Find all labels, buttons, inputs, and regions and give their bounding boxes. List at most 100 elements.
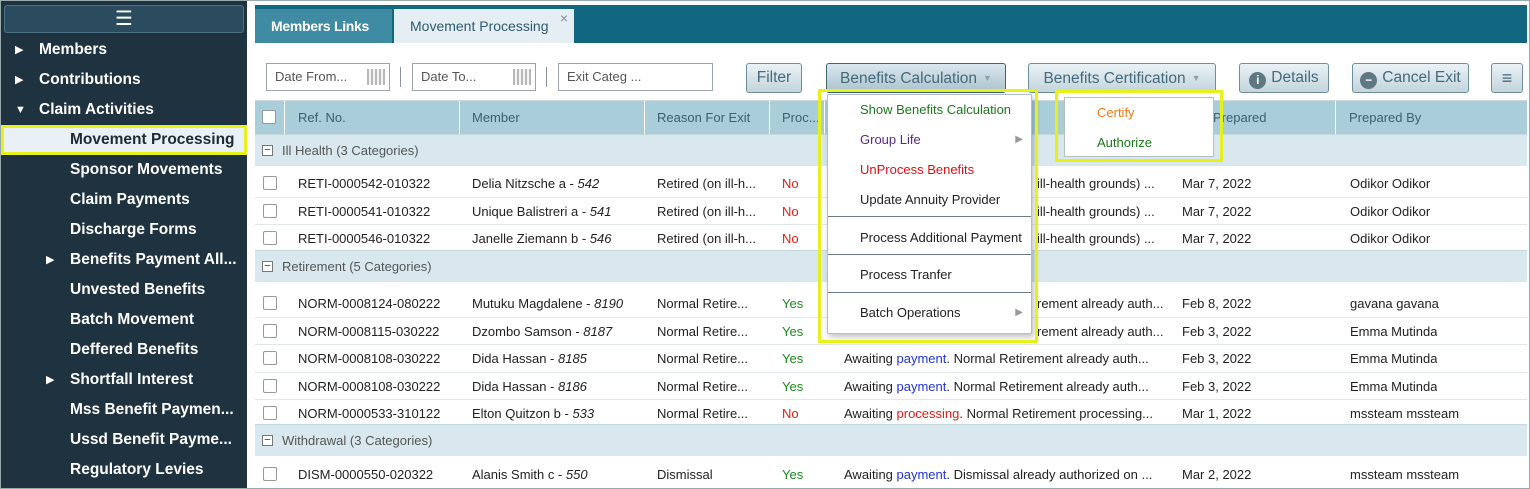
prepared-by-cell: Emma Mutinda bbox=[1350, 378, 1438, 394]
menu-separator bbox=[828, 254, 1031, 255]
row-checkbox[interactable] bbox=[263, 351, 277, 365]
prepared-by-cell: mssteam mssteam bbox=[1350, 406, 1460, 421]
status-keyword: payment bbox=[896, 351, 947, 366]
group-label: Retirement (5 Categories) bbox=[282, 259, 432, 274]
collapse-icon[interactable]: − bbox=[262, 435, 273, 446]
status-cell: Awaiting payment. Normal Retirement alre… bbox=[844, 345, 1164, 372]
header-prepared-by[interactable]: Prepared By bbox=[1336, 101, 1527, 134]
date-from-input[interactable]: Date From... bbox=[266, 63, 390, 91]
menu-item-group-life[interactable]: Group Life ▶ bbox=[828, 126, 1031, 154]
sidebar-item-deffered-benefits[interactable]: Deffered Benefits bbox=[1, 335, 247, 365]
sidebar-item-label: Movement Processing bbox=[70, 131, 235, 148]
calendar-icon[interactable] bbox=[513, 69, 531, 85]
sidebar-item-label: Discharge Forms bbox=[70, 221, 197, 238]
sidebar-item-discharge-forms[interactable]: Discharge Forms bbox=[1, 215, 247, 245]
exit-category-input[interactable]: Exit Categ ... bbox=[558, 63, 713, 91]
menu-item-label: Show Benefits Calculation bbox=[860, 102, 1012, 117]
header-ref-no[interactable]: Ref. No. bbox=[285, 101, 460, 134]
date-from-placeholder: Date From... bbox=[275, 69, 348, 84]
collapse-icon[interactable]: − bbox=[262, 145, 273, 156]
row-checkbox[interactable] bbox=[263, 323, 277, 338]
filter-button[interactable]: Filter bbox=[746, 63, 802, 93]
sidebar-item-label: Claim Activities bbox=[39, 101, 154, 118]
status-keyword: payment bbox=[896, 467, 947, 482]
close-icon[interactable]: × bbox=[560, 1, 568, 35]
date-to-input[interactable]: Date To... bbox=[412, 63, 536, 91]
cancel-exit-button[interactable]: − Cancel Exit bbox=[1352, 63, 1469, 93]
sidebar-item-movement-processing[interactable]: Movement Processing bbox=[1, 125, 247, 155]
row-checkbox[interactable] bbox=[263, 203, 277, 218]
sidebar-item-unvested-benefits[interactable]: Unvested Benefits bbox=[1, 275, 247, 305]
menu-item-authorize[interactable]: Authorize bbox=[1065, 129, 1213, 157]
row-checkbox[interactable] bbox=[263, 296, 277, 310]
prepared-by-cell: Emma Mutinda bbox=[1350, 351, 1438, 366]
reason-cell: Dismissal bbox=[657, 467, 713, 482]
menu-item-unprocess-benefits[interactable]: UnProcess Benefits bbox=[828, 156, 1031, 184]
cancel-exit-label: Cancel Exit bbox=[1382, 69, 1461, 86]
benefits-certification-menu: Certify Authorize bbox=[1064, 97, 1214, 157]
row-checkbox[interactable] bbox=[263, 176, 277, 190]
sidebar-item-contributions[interactable]: ▶ Contributions bbox=[1, 65, 247, 95]
sidebar-item-benefits-payment-all[interactable]: ▶ Benefits Payment All... bbox=[1, 245, 247, 275]
row-checkbox[interactable] bbox=[263, 378, 277, 393]
details-button[interactable]: i Details bbox=[1239, 63, 1329, 93]
chevron-right-icon: ▶ bbox=[1015, 307, 1023, 318]
sidebar-item-label: Deffered Benefits bbox=[70, 341, 199, 358]
table-row[interactable]: NORM-0008108-030222 Dida Hassan - 8185 Nor… bbox=[255, 345, 1527, 373]
tab-label: Movement Processing bbox=[410, 18, 549, 34]
menu-item-batch-operations[interactable]: Batch Operations ▶ bbox=[828, 299, 1031, 327]
menu-item-update-annuity-provider[interactable]: Update Annuity Provider bbox=[828, 186, 1031, 214]
member-number: 533 bbox=[572, 406, 595, 421]
minus-circle-icon: − bbox=[1360, 72, 1378, 89]
header-processed[interactable]: Proc... bbox=[770, 101, 825, 134]
hamburger-icon[interactable]: ☰ bbox=[4, 5, 244, 33]
header-member[interactable]: Member bbox=[460, 101, 645, 134]
tab-movement-processing[interactable]: Movement Processing × bbox=[394, 9, 574, 43]
group-row[interactable]: − Withdrawal (3 Categories) bbox=[255, 424, 1527, 456]
toolbar: Date From... Date To... Exit Categ ... F… bbox=[255, 43, 1527, 101]
sidebar-item-members[interactable]: ▶ Members bbox=[1, 35, 247, 65]
select-all-checkbox[interactable] bbox=[262, 110, 276, 124]
prepared-date-cell: Mar 7, 2022 bbox=[1182, 176, 1252, 191]
row-checkbox[interactable] bbox=[263, 467, 277, 481]
menu-item-certify[interactable]: Certify bbox=[1065, 99, 1213, 127]
table-row[interactable]: NORM-0008108-030222 Dida Hassan - 8186 Nor… bbox=[255, 372, 1527, 400]
prepared-date-cell: Mar 1, 2022 bbox=[1182, 406, 1252, 421]
sidebar-item-ussd-benefit-payme[interactable]: Ussd Benefit Payme... bbox=[1, 425, 247, 455]
header-reason[interactable]: Reason For Exit bbox=[645, 101, 770, 134]
reason-cell: Retired (on ill-h... bbox=[657, 176, 756, 191]
status-keyword: payment bbox=[896, 378, 947, 394]
row-checkbox[interactable] bbox=[263, 231, 277, 245]
chevron-down-icon: ▼ bbox=[1191, 73, 1201, 83]
menu-item-process-tranfer[interactable]: Process Tranfer bbox=[828, 261, 1031, 289]
status-text: . Dismissal already authorized on ... bbox=[946, 467, 1153, 482]
member-name: Delia Nitzsche a - bbox=[472, 176, 578, 191]
menu-item-show-benefits-calculation[interactable]: Show Benefits Calculation bbox=[828, 96, 1031, 124]
sidebar-item-claim-payments[interactable]: Claim Payments bbox=[1, 185, 247, 215]
header-select-all[interactable] bbox=[255, 101, 285, 134]
status-prefix: Awaiting bbox=[844, 467, 897, 482]
menu-item-process-additional-payment[interactable]: Process Additional Payment bbox=[828, 224, 1031, 252]
tab-members-links[interactable]: Members Links bbox=[255, 9, 392, 43]
table-row[interactable]: DISM-0000550-020322 Alanis Smith c - 550 D… bbox=[255, 461, 1527, 488]
sidebar-item-mss-benefit-paymen[interactable]: Mss Benefit Paymen... bbox=[1, 395, 247, 425]
status-text: rement already auth... bbox=[1037, 296, 1164, 311]
menu-icon[interactable]: ≡ bbox=[1491, 63, 1523, 93]
collapse-icon[interactable]: − bbox=[262, 261, 273, 272]
member-cell: Elton Quitzon b - 533 bbox=[472, 400, 642, 427]
sidebar-item-claim-activities[interactable]: ▼ Claim Activities bbox=[1, 95, 247, 125]
sidebar-item-regulatory-levies[interactable]: Regulatory Levies bbox=[1, 455, 247, 485]
calendar-icon[interactable] bbox=[367, 69, 385, 85]
sidebar: ☰ ▶ Members ▶ Contributions ▼ Claim Activitie… bbox=[1, 1, 247, 488]
processed-cell: No bbox=[782, 176, 799, 191]
status-cell: Awaiting processing. Normal Retirement p… bbox=[844, 400, 1164, 427]
status-cell: Awaiting payment. Normal Retirement alre… bbox=[844, 373, 1164, 400]
sidebar-item-shortfall-interest[interactable]: ▶ Shortfall Interest bbox=[1, 365, 247, 395]
member-cell: Delia Nitzsche a - 542 bbox=[472, 170, 642, 197]
menu-item-label: Authorize bbox=[1097, 135, 1152, 150]
sidebar-item-sponsor-movements[interactable]: Sponsor Movements bbox=[1, 155, 247, 185]
benefits-calculation-button[interactable]: Benefits Calculation ▼ bbox=[826, 63, 1006, 93]
sidebar-item-batch-movement[interactable]: Batch Movement bbox=[1, 305, 247, 335]
row-checkbox[interactable] bbox=[263, 406, 277, 420]
benefits-certification-button[interactable]: Benefits Certification ▼ bbox=[1028, 63, 1216, 93]
